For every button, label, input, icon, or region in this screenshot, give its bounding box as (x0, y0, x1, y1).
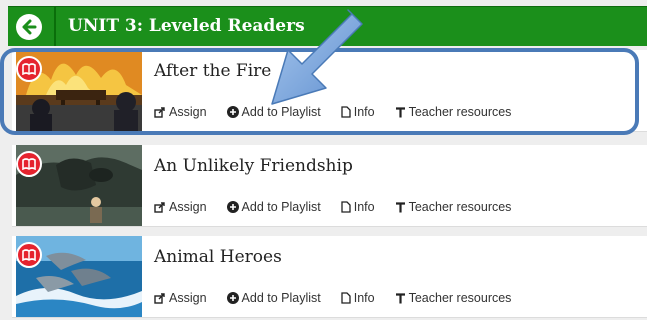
info-label: Info (353, 291, 375, 305)
info-label: Info (353, 200, 375, 214)
reader-card[interactable]: After the Fire Assign Add to Playlist In… (12, 50, 647, 132)
reader-list-frame: UNIT 3: Leveled Readers After the Fire A… (0, 0, 647, 320)
assign-label: Assign (169, 291, 207, 305)
plus-circle-icon (226, 106, 239, 118)
info-link[interactable]: Info (341, 200, 375, 214)
document-icon (341, 292, 351, 304)
teacher-resources-label: Teacher resources (408, 291, 512, 305)
assign-label: Assign (169, 105, 207, 119)
document-icon (341, 201, 351, 213)
reader-card[interactable]: An Unlikely Friendship Assign Add to Pla… (12, 145, 647, 227)
assign-link[interactable]: Assign (154, 200, 207, 214)
plus-circle-icon (226, 292, 239, 304)
arrow-left-icon (22, 19, 37, 35)
text-t-icon (395, 292, 405, 303)
add-to-playlist-link[interactable]: Add to Playlist (226, 105, 321, 119)
teacher-resources-link[interactable]: Teacher resources (395, 200, 512, 214)
book-icon (22, 63, 36, 75)
add-to-playlist-label: Add to Playlist (241, 200, 321, 214)
share-icon (154, 201, 165, 213)
unit-header: UNIT 3: Leveled Readers (8, 6, 647, 46)
reader-card[interactable]: Animal Heroes Assign Add to Playlist Inf… (12, 236, 647, 318)
add-to-playlist-link[interactable]: Add to Playlist (226, 291, 321, 305)
book-icon (22, 158, 36, 170)
share-icon (154, 106, 165, 118)
back-button[interactable] (16, 14, 42, 40)
add-to-playlist-label: Add to Playlist (241, 105, 321, 119)
add-to-playlist-label: Add to Playlist (241, 291, 321, 305)
reader-actions: Assign Add to Playlist Info Teacher reso… (154, 290, 511, 306)
teacher-resources-link[interactable]: Teacher resources (395, 291, 512, 305)
teacher-resources-label: Teacher resources (408, 105, 512, 119)
book-badge (16, 56, 42, 82)
assign-link[interactable]: Assign (154, 291, 207, 305)
teacher-resources-link[interactable]: Teacher resources (395, 105, 512, 119)
reader-title[interactable]: After the Fire (154, 60, 271, 82)
teacher-resources-label: Teacher resources (408, 200, 512, 214)
add-to-playlist-link[interactable]: Add to Playlist (226, 200, 321, 214)
book-badge (16, 242, 42, 268)
plus-circle-icon (226, 201, 239, 213)
reader-title[interactable]: Animal Heroes (154, 246, 282, 268)
info-link[interactable]: Info (341, 105, 375, 119)
document-icon (341, 106, 351, 118)
text-t-icon (395, 201, 405, 212)
reader-actions: Assign Add to Playlist Info Teacher reso… (154, 199, 511, 215)
reader-title[interactable]: An Unlikely Friendship (154, 155, 353, 177)
book-badge (16, 151, 42, 177)
book-icon (22, 249, 36, 261)
reader-actions: Assign Add to Playlist Info Teacher reso… (154, 104, 511, 120)
info-link[interactable]: Info (341, 291, 375, 305)
info-label: Info (353, 105, 375, 119)
share-icon (154, 292, 165, 304)
header-divider (54, 7, 56, 46)
assign-label: Assign (169, 200, 207, 214)
text-t-icon (395, 106, 405, 117)
page-title: UNIT 3: Leveled Readers (68, 16, 305, 36)
assign-link[interactable]: Assign (154, 105, 207, 119)
